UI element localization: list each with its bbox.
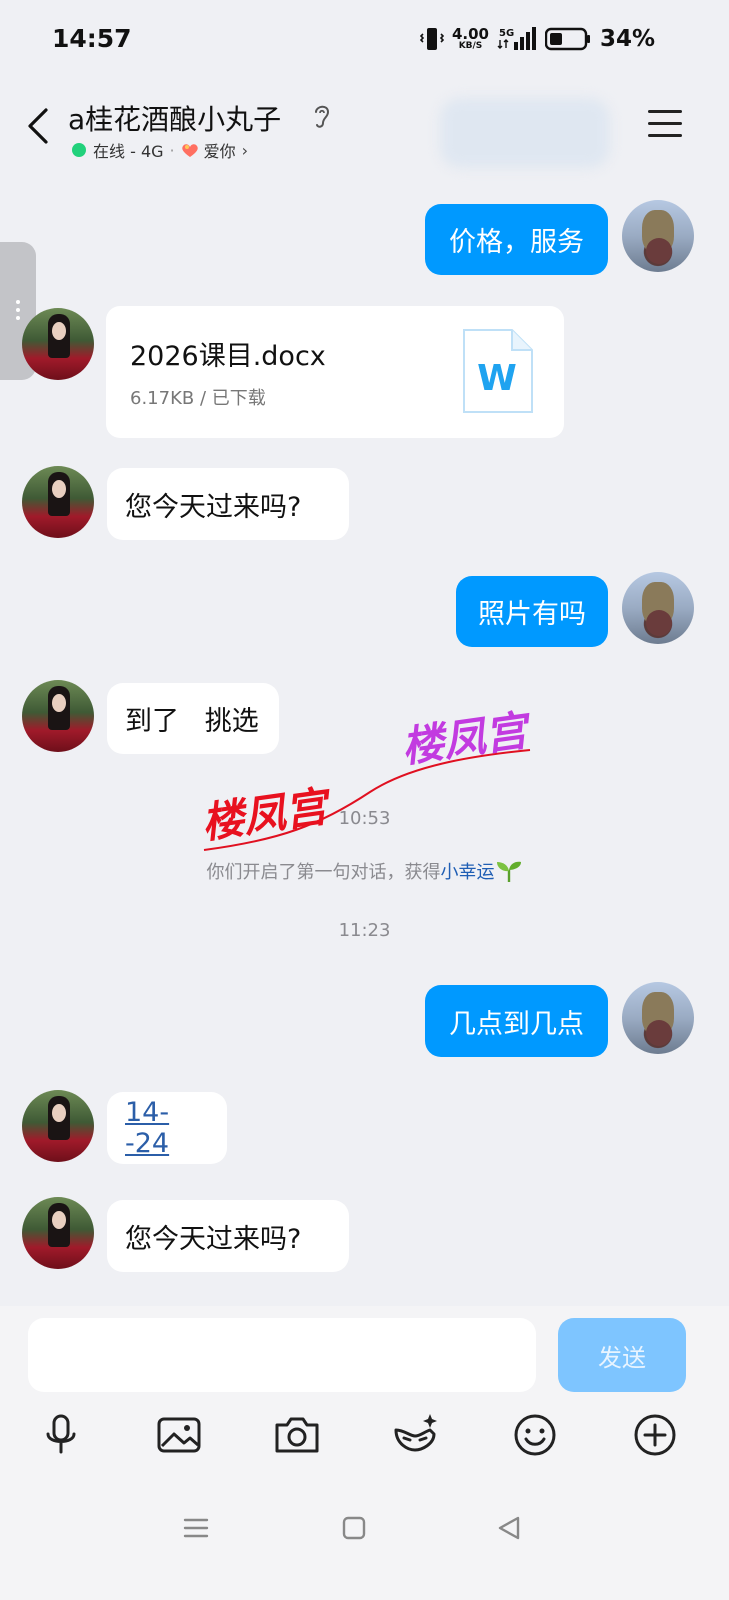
- back-triangle-icon[interactable]: [496, 1514, 524, 1542]
- menu-line: [648, 134, 682, 137]
- home-square-icon[interactable]: [340, 1514, 368, 1542]
- contact-avatar[interactable]: [22, 1090, 94, 1162]
- message-text: 价格，服务: [449, 227, 584, 258]
- plus-icon[interactable]: [630, 1410, 680, 1460]
- message-link-text[interactable]: 14--24: [125, 1097, 209, 1159]
- emoji-icon[interactable]: [510, 1410, 560, 1460]
- timestamp: 11:23: [338, 920, 391, 941]
- send-button[interactable]: 发送: [558, 1318, 686, 1392]
- my-avatar[interactable]: [622, 572, 694, 644]
- message-text: 您今天过来吗?: [125, 491, 302, 523]
- status-icons: 4.00 KB/S 5G: [412, 22, 591, 56]
- status-bar: 14:57 4.00 KB/S 5G 34%: [0, 0, 729, 82]
- status-time: 14:57: [52, 24, 132, 53]
- word-document-icon: W: [463, 329, 533, 413]
- relation-label: 爱你: [203, 142, 236, 161]
- menu-line: [648, 110, 682, 113]
- message-bubble-incoming[interactable]: 您今天过来吗?: [107, 1200, 349, 1272]
- contact-status[interactable]: 在线 - 4G · 爱你 ›: [72, 138, 248, 162]
- system-message-text: 你们开启了第一句对话，获得: [206, 862, 441, 883]
- lucky-link[interactable]: 小幸运: [441, 862, 495, 883]
- message-bubble-incoming[interactable]: 14--24: [107, 1092, 227, 1164]
- system-message: 你们开启了第一句对话，获得小幸运: [0, 858, 729, 884]
- svg-text:5G: 5G: [499, 28, 514, 39]
- chat-header: a桂花酒酿小丸子 在线 - 4G · 爱你 ›: [0, 92, 729, 172]
- heart-icon: [181, 144, 198, 157]
- contact-avatar[interactable]: [22, 680, 94, 752]
- contact-avatar[interactable]: [22, 466, 94, 538]
- svg-text:楼凤宫: 楼凤宫: [399, 705, 537, 772]
- message-text: 到了 挑选: [125, 706, 259, 737]
- camera-icon[interactable]: [272, 1410, 322, 1460]
- message-input[interactable]: [28, 1318, 536, 1392]
- timestamp: 10:53: [338, 808, 391, 829]
- battery-percent: 34%: [599, 26, 655, 52]
- back-arrow-icon[interactable]: [24, 106, 52, 146]
- menu-lines-icon[interactable]: [182, 1514, 210, 1542]
- message-text: 几点到几点: [449, 1008, 584, 1040]
- my-avatar[interactable]: [622, 200, 694, 272]
- message-text: 照片有吗: [478, 599, 586, 630]
- online-status-text: 在线 - 4G: [93, 142, 164, 161]
- online-dot-icon: [72, 143, 86, 157]
- contact-name[interactable]: a桂花酒酿小丸子: [68, 98, 281, 138]
- file-name: 2026课目.docx: [130, 341, 326, 372]
- menu-line: [648, 122, 682, 125]
- battery-icon: [545, 27, 590, 51]
- microphone-icon[interactable]: [36, 1410, 86, 1460]
- message-bubble-incoming[interactable]: 您今天过来吗?: [107, 468, 349, 540]
- sprout-icon: [496, 861, 521, 882]
- message-text: 您今天过来吗?: [125, 1223, 302, 1255]
- net-speed: 4.00 KB/S: [451, 25, 489, 51]
- my-avatar[interactable]: [622, 982, 694, 1054]
- message-bubble-incoming[interactable]: 到了 挑选: [107, 683, 279, 754]
- contact-avatar[interactable]: [22, 1197, 94, 1269]
- svg-text:W: W: [477, 358, 517, 399]
- file-message-card[interactable]: 2026课目.docx 6.17KB / 已下载 W: [106, 306, 564, 438]
- mask-sparkle-icon[interactable]: [390, 1410, 440, 1460]
- status-separator: ·: [169, 140, 175, 160]
- file-meta: 6.17KB / 已下载: [130, 388, 266, 409]
- system-nav-bar: [0, 1490, 729, 1600]
- message-bubble-outgoing[interactable]: 几点到几点: [425, 985, 608, 1057]
- contact-avatar[interactable]: [22, 308, 94, 380]
- ear-icon[interactable]: [312, 102, 332, 130]
- message-bubble-outgoing[interactable]: 价格，服务: [425, 204, 608, 275]
- menu-button[interactable]: [648, 110, 682, 138]
- vibrate-icon: [419, 28, 444, 50]
- chevron-right-icon: ›: [241, 140, 249, 160]
- signal-5g-icon: 5G: [497, 27, 536, 50]
- message-bubble-outgoing[interactable]: 照片有吗: [456, 576, 608, 647]
- image-icon[interactable]: [154, 1410, 204, 1460]
